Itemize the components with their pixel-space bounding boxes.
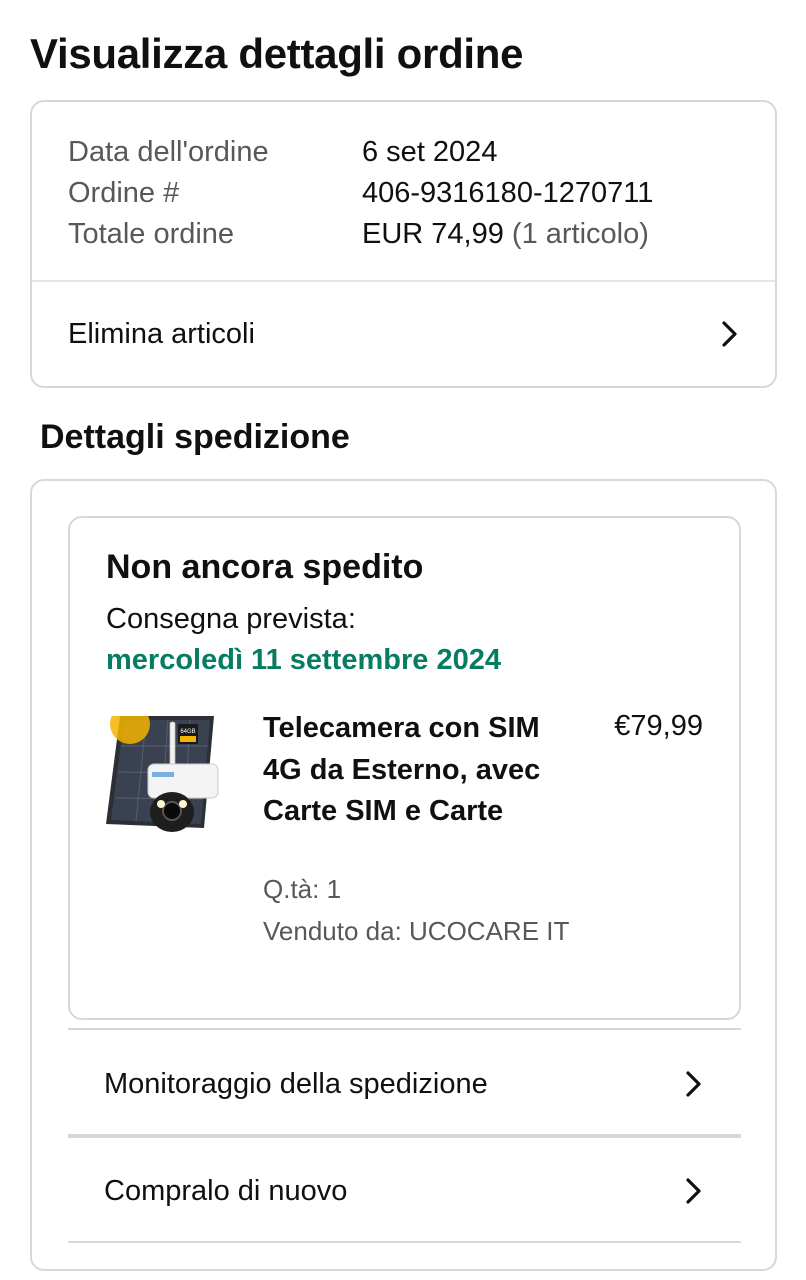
product-image[interactable]: 64GB bbox=[106, 704, 224, 834]
shipment-item-card: Non ancora spedito Consegna prevista: me… bbox=[68, 516, 741, 1020]
chevron-right-icon bbox=[715, 319, 745, 349]
order-number-row: Ordine # 406-9316180-1270711 bbox=[68, 173, 653, 214]
order-date-label: Data dell'ordine bbox=[68, 136, 269, 168]
image-badge: 64GB bbox=[180, 729, 195, 735]
order-date-value: 6 set 2024 bbox=[362, 136, 498, 168]
divider bbox=[68, 1241, 741, 1243]
product-title[interactable]: Telecamera con SIM 4G da Esterno, avec C… bbox=[263, 708, 563, 833]
shipment-status: Non ancora spedito bbox=[106, 548, 424, 586]
page-title: Visualizza dettagli ordine bbox=[30, 30, 524, 77]
shipment-card: Non ancora spedito Consegna prevista: me… bbox=[30, 479, 777, 1271]
divider bbox=[68, 1028, 741, 1030]
order-number-label: Ordine # bbox=[68, 177, 180, 209]
order-total-row: Totale ordine EUR 74,99 (1 articolo) bbox=[68, 214, 653, 255]
product-price: €79,99 bbox=[614, 710, 703, 742]
order-total-label: Totale ordine bbox=[68, 218, 235, 250]
order-info: Data dell'ordine 6 set 2024 Ordine # 406… bbox=[68, 132, 653, 255]
divider bbox=[68, 1134, 741, 1138]
track-shipment-label: Monitoraggio della spedizione bbox=[104, 1067, 488, 1100]
order-total-value: EUR 74,99 (1 articolo) bbox=[362, 214, 649, 255]
product-seller: Venduto da: UCOCARE IT bbox=[263, 916, 570, 946]
buy-again-link[interactable]: Compralo di nuovo bbox=[104, 1139, 709, 1243]
order-total-amount: EUR 74,99 bbox=[362, 218, 504, 250]
order-summary-card: Data dell'ordine 6 set 2024 Ordine # 406… bbox=[30, 100, 777, 388]
buy-again-label: Compralo di nuovo bbox=[104, 1174, 348, 1207]
product-quantity: Q.tà: 1 bbox=[263, 874, 342, 904]
order-number-value: 406-9316180-1270711 bbox=[362, 177, 654, 209]
order-total-items: (1 articolo) bbox=[511, 218, 649, 250]
chevron-right-icon bbox=[679, 1069, 709, 1099]
delete-items-link[interactable]: Elimina articoli bbox=[68, 282, 745, 386]
delete-items-label: Elimina articoli bbox=[68, 317, 255, 350]
delivery-label: Consegna prevista: bbox=[106, 603, 356, 635]
order-date-row: Data dell'ordine 6 set 2024 bbox=[68, 132, 653, 173]
delivery-date: mercoledì 11 settembre 2024 bbox=[106, 644, 501, 676]
shipping-section-title: Dettagli spedizione bbox=[40, 418, 350, 456]
track-shipment-link[interactable]: Monitoraggio della spedizione bbox=[104, 1032, 709, 1136]
chevron-right-icon bbox=[679, 1176, 709, 1206]
